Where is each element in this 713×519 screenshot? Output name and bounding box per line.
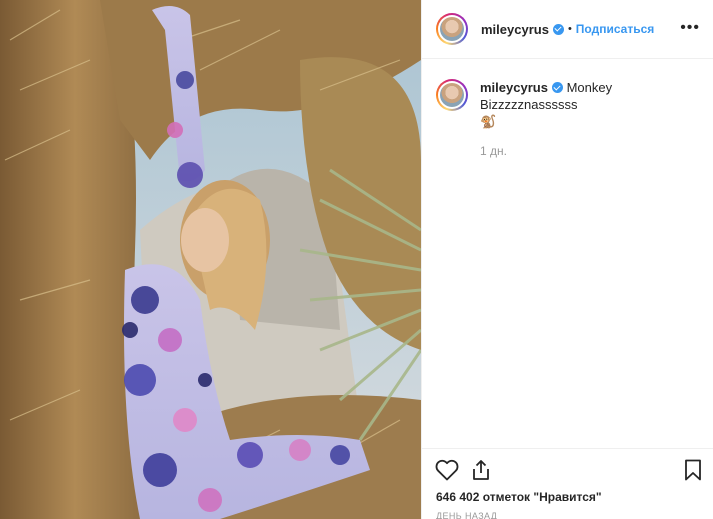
post-side-panel: mileycyrus • Подписаться ••• mileycyrus … (421, 0, 713, 519)
verified-badge-icon (551, 82, 563, 93)
caption-timestamp[interactable]: 1 дн. (480, 143, 700, 160)
post-actions: 646 402 отметок "Нравится" ДЕНЬ НАЗАД (422, 448, 713, 519)
separator-dot: • (567, 23, 572, 35)
heart-outline-icon[interactable] (435, 459, 459, 486)
post-time-ago: ДЕНЬ НАЗАД (436, 511, 498, 519)
author-username[interactable]: mileycyrus (481, 22, 549, 37)
more-options-icon[interactable]: ••• (680, 20, 700, 36)
caption-username[interactable]: mileycyrus (480, 80, 548, 95)
caption-emoji: 🐒 (480, 114, 497, 129)
post-header: mileycyrus • Подписаться ••• (422, 0, 713, 59)
verified-badge-icon (552, 23, 564, 35)
follow-button[interactable]: Подписаться (576, 22, 654, 36)
caption-avatar[interactable] (436, 79, 468, 111)
share-upload-icon[interactable] (470, 459, 492, 486)
post-caption: mileycyrus Monkey Bizzzzznassssss 🐒 1 дн… (436, 79, 700, 160)
photo-illustration (0, 0, 421, 519)
author-avatar[interactable] (436, 13, 468, 45)
bookmark-outline-icon[interactable] (684, 459, 702, 486)
likes-count[interactable]: 646 402 отметок "Нравится" (436, 490, 602, 504)
post-photo[interactable] (0, 0, 421, 519)
